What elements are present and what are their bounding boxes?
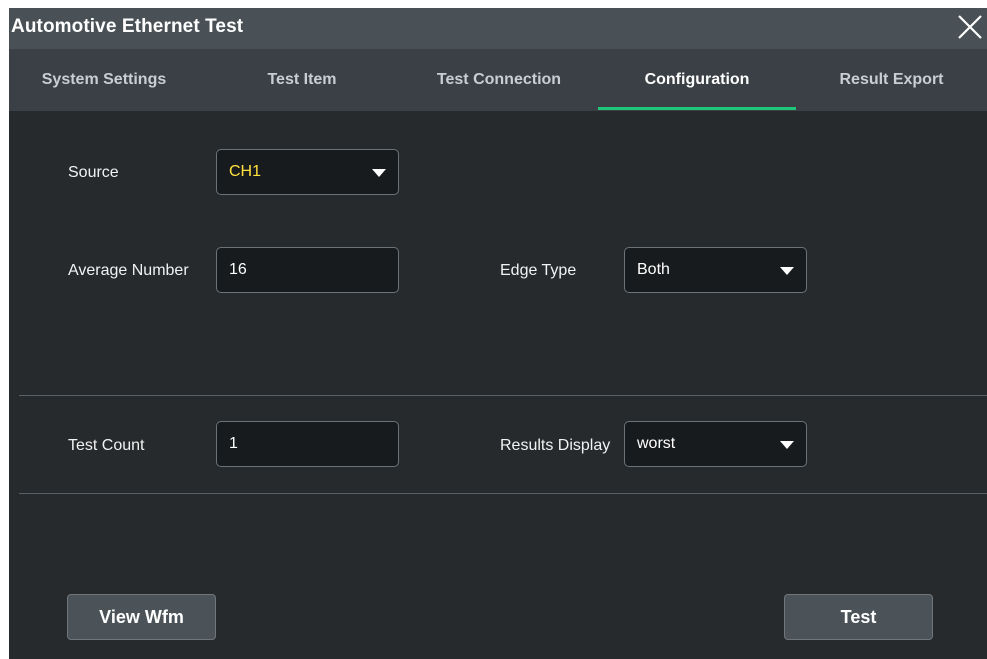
active-tab-indicator [598, 107, 796, 110]
automotive-ethernet-test-window: Automotive Ethernet Test System Settings… [9, 8, 987, 659]
tab-system-settings[interactable]: System Settings [9, 49, 199, 111]
tab-configuration[interactable]: Configuration [598, 49, 796, 111]
test-button[interactable]: Test [784, 594, 933, 640]
tab-result-export[interactable]: Result Export [796, 49, 987, 111]
close-icon[interactable] [955, 12, 985, 42]
caret-down-icon [372, 169, 386, 177]
average-number-label: Average Number [68, 262, 189, 279]
tab-test-connection[interactable]: Test Connection [400, 49, 598, 111]
tab-test-item[interactable]: Test Item [204, 49, 400, 111]
results-display-value: worst [637, 435, 676, 452]
title-bar: Automotive Ethernet Test [9, 8, 987, 49]
test-count-value: 1 [229, 435, 238, 452]
view-wfm-button[interactable]: View Wfm [67, 594, 216, 640]
average-number-value: 16 [229, 261, 247, 278]
section-divider [19, 395, 987, 396]
edge-type-value: Both [637, 261, 670, 278]
edge-type-select[interactable]: Both [624, 247, 807, 293]
average-number-input[interactable]: 16 [216, 247, 399, 293]
caret-down-icon [780, 267, 794, 275]
results-display-label: Results Display [500, 437, 611, 454]
test-count-label: Test Count [68, 437, 145, 454]
window-title: Automotive Ethernet Test [11, 16, 244, 37]
section-divider [19, 493, 987, 494]
edge-type-label: Edge Type [500, 262, 577, 279]
test-count-input[interactable]: 1 [216, 421, 399, 467]
source-label: Source [68, 164, 119, 181]
tab-bar: System Settings Test Item Test Connectio… [9, 49, 987, 111]
source-value: CH1 [229, 163, 262, 180]
caret-down-icon [780, 441, 794, 449]
results-display-select[interactable]: worst [624, 421, 807, 467]
source-select[interactable]: CH1 [216, 149, 399, 195]
